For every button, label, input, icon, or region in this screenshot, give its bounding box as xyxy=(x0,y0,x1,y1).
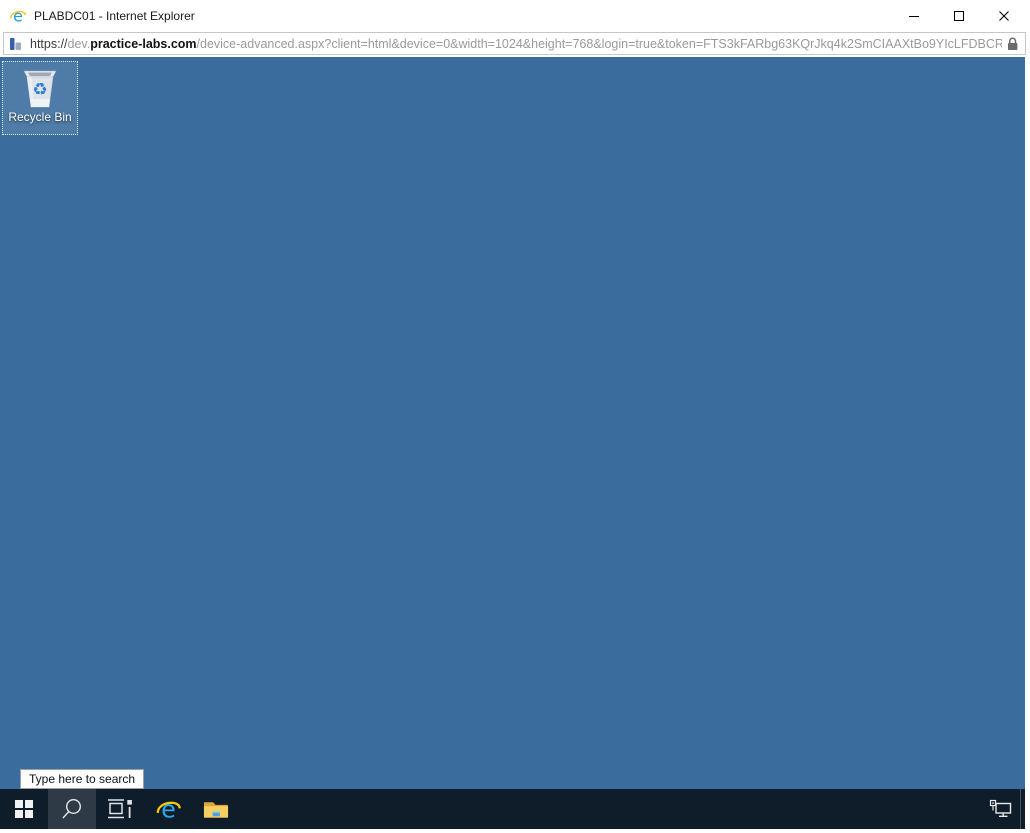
minimize-button[interactable] xyxy=(891,0,936,31)
desktop-icon-label: Recycle Bin xyxy=(8,110,71,124)
site-favicon xyxy=(9,37,23,51)
window-controls xyxy=(891,0,1030,31)
title-bar: e PLABDC01 - Internet Explorer xyxy=(0,0,1030,31)
show-desktop-button[interactable] xyxy=(1020,789,1025,829)
search-icon xyxy=(60,797,84,821)
browser-window: e PLABDC01 - Internet Explorer xyxy=(0,0,1030,833)
window-title: PLABDC01 - Internet Explorer xyxy=(34,9,195,23)
browser-chrome: https://dev.practice-labs.com/device-adv… xyxy=(0,31,1030,57)
system-tray xyxy=(982,789,1025,829)
address-bar[interactable]: https://dev.practice-labs.com/device-adv… xyxy=(3,32,1026,55)
url-subdomain: dev. xyxy=(68,37,91,51)
maximize-icon xyxy=(953,10,965,22)
svg-text:e: e xyxy=(13,7,23,25)
svg-text:e: e xyxy=(161,796,176,823)
url-scheme: https:// xyxy=(30,37,68,51)
desktop-icon-recycle-bin[interactable]: ♻ Recycle Bin xyxy=(2,61,78,135)
remote-desktop-canvas[interactable]: ♻ Recycle Bin Type here to search xyxy=(0,57,1025,829)
task-view-button[interactable] xyxy=(96,789,144,829)
start-button[interactable] xyxy=(0,789,48,829)
file-explorer-button[interactable] xyxy=(192,789,240,829)
url-path: /device-advanced.aspx?client=html&device… xyxy=(197,37,1002,51)
close-button[interactable] xyxy=(981,0,1026,31)
internet-explorer-icon: e xyxy=(9,7,27,25)
network-tray-button[interactable] xyxy=(982,789,1020,829)
task-view-icon xyxy=(107,797,133,821)
lock-icon xyxy=(1006,36,1019,52)
maximize-button[interactable] xyxy=(936,0,981,31)
minimize-icon xyxy=(908,10,920,22)
folder-icon xyxy=(203,799,229,820)
search-button[interactable] xyxy=(48,789,96,829)
svg-text:♻: ♻ xyxy=(32,80,47,100)
url-domain: practice-labs.com xyxy=(90,37,196,51)
network-icon xyxy=(989,799,1013,819)
internet-explorer-button[interactable]: e xyxy=(144,789,192,829)
close-icon xyxy=(998,10,1010,22)
recycle-bin-icon: ♻ xyxy=(16,64,64,110)
windows-logo-icon xyxy=(15,800,33,818)
internet-explorer-icon: e xyxy=(155,796,182,823)
url-text: https://dev.practice-labs.com/device-adv… xyxy=(30,37,1002,51)
taskbar: e xyxy=(0,789,1025,829)
search-tooltip: Type here to search xyxy=(20,769,144,789)
